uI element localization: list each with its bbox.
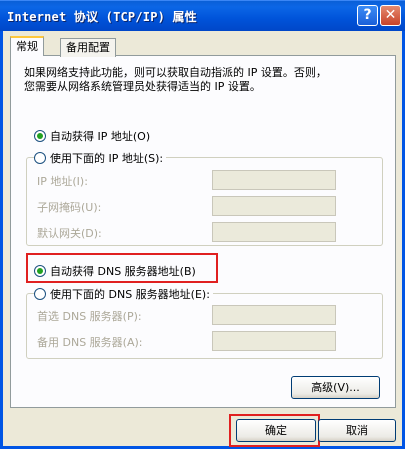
- tab-alternate-config[interactable]: 备用配置: [60, 38, 116, 57]
- radio-selected-icon: [34, 130, 46, 142]
- alternate-dns-label: 备用 DNS 服务器(A):: [37, 336, 143, 349]
- radio-manual-dns-label: 使用下面的 DNS 服务器地址(E):: [50, 288, 210, 301]
- description-line-1: 如果网络支持此功能，则可以获取自动指派的 IP 设置。否则，: [24, 66, 327, 79]
- subnet-mask-label: 子网掩码(U):: [37, 201, 102, 214]
- default-gateway-label: 默认网关(D):: [37, 227, 102, 240]
- dns-auto-highlight: [26, 253, 218, 283]
- cancel-button[interactable]: 取消: [318, 419, 396, 442]
- close-button[interactable]: ✕: [380, 5, 401, 26]
- radio-manual-ip-label: 使用下面的 IP 地址(S):: [50, 152, 164, 165]
- preferred-dns-input[interactable]: [212, 305, 336, 325]
- default-gateway-input[interactable]: [212, 222, 336, 242]
- ip-address-label: IP 地址(I):: [37, 175, 88, 188]
- help-button[interactable]: ?: [357, 5, 378, 26]
- window-title: Internet 协议 (TCP/IP) 属性: [7, 10, 197, 24]
- description: 如果网络支持此功能，则可以获取自动指派的 IP 设置。否则， 您需要从网络系统管…: [24, 66, 384, 94]
- radio-auto-ip-label: 自动获得 IP 地址(O): [50, 130, 151, 143]
- tab-general[interactable]: 常规: [10, 36, 44, 56]
- advanced-button[interactable]: 高级(V)...: [291, 376, 380, 399]
- radio-unselected-icon: [34, 152, 46, 164]
- radio-manual-ip[interactable]: 使用下面的 IP 地址(S):: [34, 150, 167, 166]
- ok-highlight: [229, 414, 320, 447]
- subnet-mask-input[interactable]: [212, 196, 336, 216]
- alternate-dns-input[interactable]: [212, 331, 336, 351]
- title-bar[interactable]: Internet 协议 (TCP/IP) 属性 ? ✕: [0, 0, 405, 31]
- preferred-dns-label: 首选 DNS 服务器(P):: [37, 310, 142, 323]
- radio-manual-dns[interactable]: 使用下面的 DNS 服务器地址(E):: [34, 286, 213, 302]
- radio-unselected-icon: [34, 288, 46, 300]
- ip-address-input[interactable]: [212, 170, 336, 190]
- radio-auto-ip[interactable]: 自动获得 IP 地址(O): [34, 128, 150, 144]
- description-line-2: 您需要从网络系统管理员处获得适当的 IP 设置。: [24, 80, 261, 93]
